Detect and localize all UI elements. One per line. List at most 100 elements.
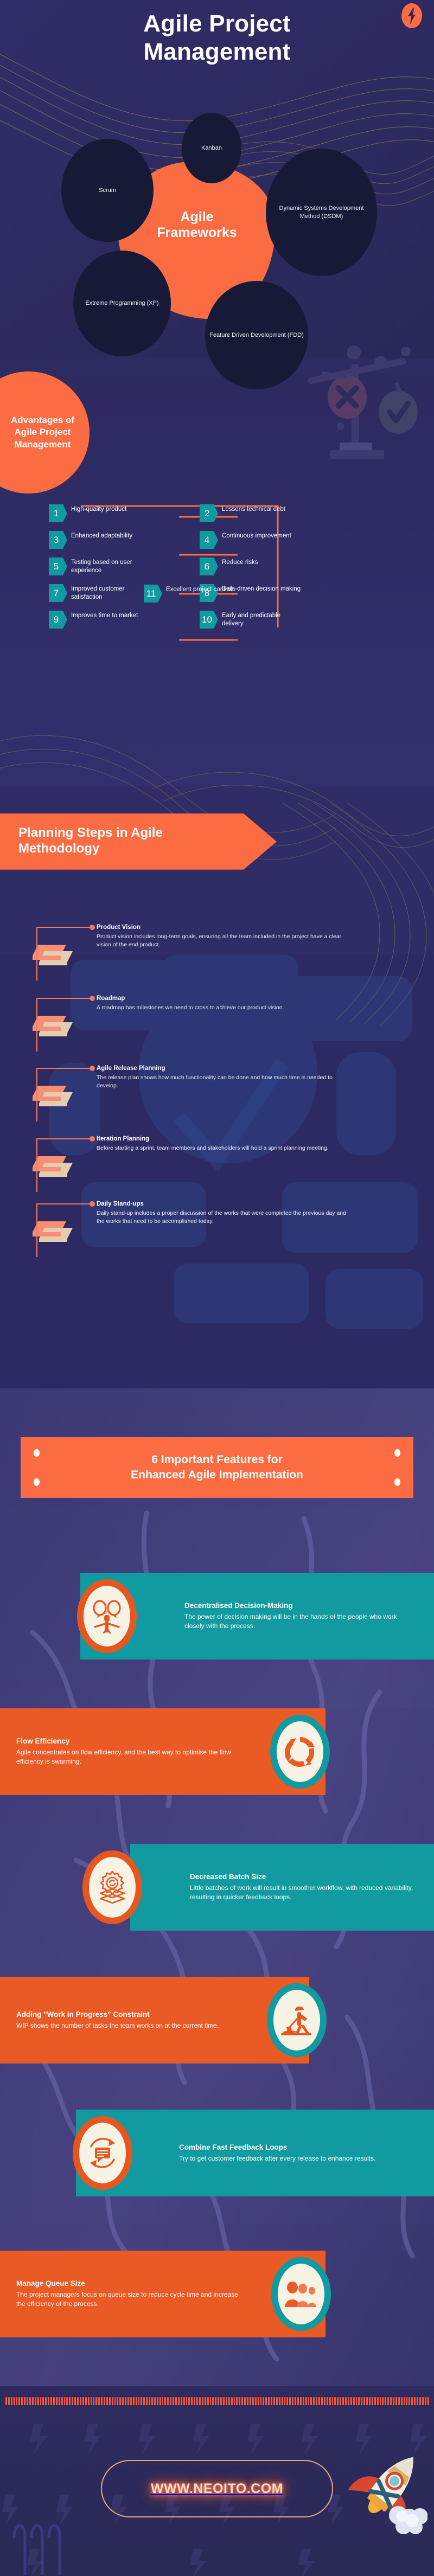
advantages-row: 5 Testing based on user experience 6 Red… (49, 558, 429, 584)
feature-card: Flow Efficiency Agile concentrates on fl… (0, 1708, 434, 1795)
advantage-item: 9 Improves time to market (49, 611, 168, 629)
gear-layers-icon (99, 1870, 125, 1904)
advantage-text: Enhanced adaptability (71, 533, 133, 539)
feature-desc: Try to get customer feedback after every… (179, 2154, 376, 2162)
rocket-icon (348, 2457, 427, 2534)
advantages-section: Advantages of Agile Project Management 1… (0, 342, 434, 808)
advantage-number: 5 (49, 558, 67, 575)
feature-desc: Agile concentrates on flow efficiency, a… (16, 1748, 231, 1766)
brand-logo (401, 3, 422, 28)
advantages-row: 9 Improves time to market 10 Early and p… (49, 611, 429, 637)
feature-icon-badge: ?? (77, 1579, 137, 1653)
feature-card: Decentralised Decision-Making The power … (0, 1573, 434, 1659)
feature-bar: Decreased Batch Size Little batches of w… (130, 1844, 434, 1931)
advantage-number: 7 (49, 584, 67, 602)
step-connector (36, 996, 95, 1052)
advantages-heading-circle: Advantages of Agile Project Management (0, 371, 90, 494)
framework-label-fdd: Feature Driven Development (FDD) (209, 331, 304, 338)
planning-step-title: Daily Stand-ups (97, 1201, 144, 1207)
advantage-number: 3 (49, 531, 67, 549)
advantage-text: Reduce risks (222, 559, 258, 566)
advantage-text: Lessens technical debt (222, 506, 285, 512)
planning-step: Daily Stand-ups Daily stand-up includes … (0, 1188, 434, 1269)
planning-step: Roadmap A roadmap has milestones we need… (0, 984, 434, 1060)
step-connector (36, 1066, 95, 1122)
planning-step-title: Iteration Planning (97, 1136, 150, 1142)
feature-title: Adding "Work in Progress" Constraint (16, 2010, 150, 2019)
feature-desc: The power of decision making will be in … (184, 1612, 397, 1630)
planning-banner: Planning Steps in Agile Methodology (0, 813, 277, 870)
advantage-item: 6 Reduce risks (200, 558, 319, 575)
website-url-button[interactable]: WWW.NEOITO.COM (101, 2460, 333, 2517)
feature-title: Decentralised Decision-Making (184, 1601, 293, 1610)
advantage-text: Continuous improvement (222, 533, 291, 539)
features-banner-line2: Enhanced Agile Implementation (131, 1469, 303, 1481)
advantages-row: 1 High-quality product 2 Lessens technic… (49, 504, 429, 531)
planning-step-desc: Before starting a sprint, team members a… (97, 1145, 329, 1151)
advantages-row: 7 Improved customer satisfaction 8 Data-… (49, 584, 429, 611)
framework-label-kanban: Kanban (201, 144, 222, 151)
advantage-item: 4 Continuous improvement (200, 531, 319, 549)
people-group-icon (285, 2282, 316, 2307)
features-banner-line1: 6 Important Features for (151, 1453, 283, 1466)
planning-banner-line2: Methodology (18, 841, 100, 856)
planning-step-title: Agile Release Planning (97, 1065, 165, 1072)
advantage-text: Data-driven decision making (222, 586, 301, 592)
advantage-item: 1 High-quality product (49, 504, 168, 522)
advantage-number: 9 (49, 611, 67, 629)
feature-card: Manage Queue Size The project managers f… (0, 2251, 434, 2337)
planning-step-title: Product Vision (97, 924, 141, 931)
planning-step: Agile Release Planning The release plan … (0, 1052, 434, 1128)
advantage-text: Excellent project control (166, 586, 233, 593)
agile-frameworks-section: Agile Frameworks Scrum Kanban Dynamic Sy… (0, 113, 434, 389)
speech-bubbles-person-icon: ?? (93, 1600, 121, 1633)
advantage-item: 11 Excellent project control (144, 585, 232, 603)
banner-dot-bottom-left (34, 1478, 40, 1486)
advantage-text: Testing based on user experience (71, 559, 132, 574)
advantages-list: 1 High-quality product 2 Lessens technic… (49, 504, 429, 637)
framework-oval-scrum[interactable]: Scrum (61, 139, 154, 242)
framework-label-dsdm: Dynamic Systems Development Method (DSDM… (279, 205, 364, 220)
advantage-number: 2 (200, 504, 218, 522)
step-connector (36, 1201, 95, 1257)
feature-bar: Adding "Work in Progress" Constraint WIP… (0, 1977, 309, 2064)
advantage-item: 5 Testing based on user experience (49, 558, 168, 575)
planning-step-desc: Daily stand-up includes a proper discuss… (97, 1210, 346, 1225)
feature-desc: The project managers focus on queue size… (16, 2290, 238, 2308)
framework-oval-kanban[interactable]: Kanban (182, 113, 241, 183)
worker-digging-icon (281, 2006, 311, 2035)
planning-step-desc: Product vision includes long-term goals,… (97, 933, 342, 948)
advantage-text: Improves time to market (71, 612, 138, 619)
balance-scale-icon (308, 345, 418, 459)
footer-section: WWW.NEOITO.COM (0, 2381, 434, 2576)
planning-step-desc: A roadmap has milestones we need to cros… (97, 1004, 284, 1011)
framework-oval-xp[interactable]: Extreme Programming (XP) (73, 251, 171, 356)
advantage-number: 6 (200, 558, 218, 575)
advantage-text: Improved customer satisfaction (71, 586, 125, 601)
banner-dot-top-right (394, 1449, 400, 1457)
planning-step-title: Roadmap (97, 995, 125, 1002)
planning-step: Iteration Planning Before starting a spr… (0, 1123, 434, 1199)
cycle-arrows-icon (285, 1737, 315, 1767)
feature-icon-badge (270, 1715, 330, 1789)
feature-icon-badge (267, 1983, 327, 2057)
advantages-heading: Advantages of Agile Project Management (10, 415, 75, 450)
planning-step: Product Vision Product vision includes l… (0, 911, 434, 992)
banner-dot-top-left (34, 1449, 40, 1457)
advantage-number: 4 (200, 531, 218, 549)
page-title-line2: Management (143, 38, 291, 65)
website-url-text: WWW.NEOITO.COM (150, 2481, 283, 2496)
feature-title: Combine Fast Feedback Loops (179, 2143, 288, 2152)
advantage-text: Early and predictable delivery (222, 612, 281, 627)
feature-card: Adding "Work in Progress" Constraint WIP… (0, 1977, 434, 2064)
feedback-loop-icon (90, 2138, 115, 2168)
feature-desc: Little batches of work will result in sm… (190, 1883, 413, 1901)
advantages-row: 3 Enhanced adaptability 4 Continuous imp… (49, 531, 429, 558)
feature-title: Flow Efficiency (16, 1737, 70, 1746)
framework-oval-dsdm[interactable]: Dynamic Systems Development Method (DSDM… (266, 149, 377, 276)
feature-title: Decreased Batch Size (190, 1873, 266, 1881)
page-title: Agile Project Management (0, 10, 434, 66)
feature-icon-badge (82, 1850, 142, 1924)
planning-banner-line1: Planning Steps in Agile (18, 825, 163, 840)
advantage-item: 3 Enhanced adaptability (49, 531, 168, 549)
